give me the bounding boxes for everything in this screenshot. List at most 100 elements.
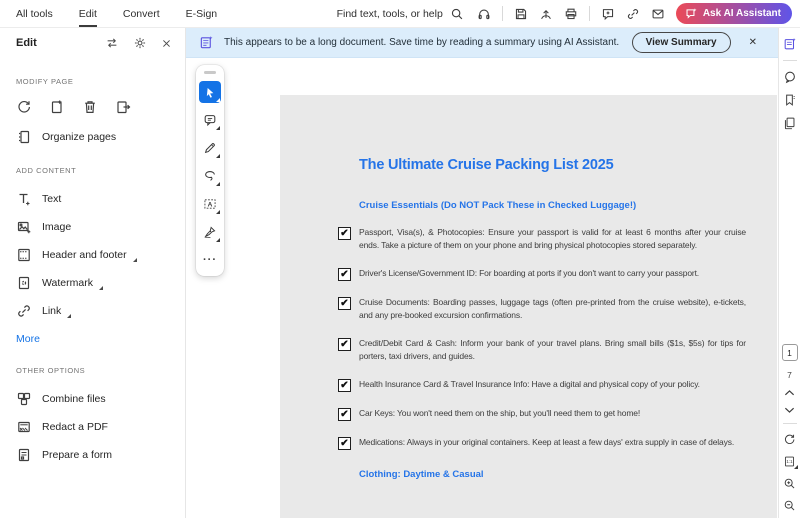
fill-sign-tool[interactable] [199,221,221,243]
palette-drag-handle[interactable] [204,71,216,74]
delete-page-icon[interactable] [82,99,98,115]
add-image-label: Image [42,221,72,233]
settings-gear-icon[interactable] [133,36,147,50]
watermark-item[interactable]: Watermark [16,273,175,293]
quick-tools-palette: A ··· [196,65,224,276]
link-item[interactable]: Link [16,301,175,321]
redact-pdf-item[interactable]: Redact a PDF [16,417,175,437]
checklist-item: ✔ Health Insurance Card & Travel Insuran… [338,378,746,392]
print-icon[interactable] [564,7,578,21]
prepare-form-label: Prepare a form [42,449,113,461]
prepare-form-icon [16,447,32,463]
email-icon[interactable] [651,7,665,21]
checkbox-checked[interactable]: ✔ [338,379,351,392]
checkbox-checked[interactable]: ✔ [338,338,351,351]
prepare-form-item[interactable]: Prepare a form [16,445,175,465]
extract-page-icon[interactable] [115,99,131,115]
combine-files-item[interactable]: Combine files [16,389,175,409]
checkbox-checked[interactable]: ✔ [338,408,351,421]
rotate-page-icon[interactable] [16,99,32,115]
current-page-input[interactable]: 1 [781,344,798,361]
add-text-item[interactable]: Text [16,189,175,209]
lasso-tool[interactable] [199,165,221,187]
tab-all-tools[interactable]: All tools [16,0,53,27]
organize-pages-label: Organize pages [42,131,117,143]
ask-ai-assistant-label: Ask AI Assistant [702,8,781,19]
checklist-item: ✔ Cruise Documents: Boarding passes, lug… [338,296,746,322]
zoom-in-icon[interactable] [783,477,796,490]
more-link[interactable]: More [16,333,40,345]
add-image-item[interactable]: Image [16,217,175,237]
checklist-text: Car Keys: You won't need them on the shi… [359,408,641,418]
main-nav-tabs: All tools Edit Convert E-Sign [16,0,217,27]
tool-flyout-caret [215,97,220,102]
save-icon[interactable] [514,7,528,21]
ai-chat-icon [685,7,698,20]
pencil-tool[interactable] [199,137,221,159]
more-tools-button[interactable]: ··· [199,249,221,271]
next-page-icon[interactable] [784,406,795,414]
submenu-caret-icon [98,286,103,290]
tool-flyout-caret [215,209,220,214]
tab-edit[interactable]: Edit [78,0,97,27]
bookmarks-panel-icon[interactable] [783,93,796,107]
share-icon[interactable] [539,7,553,21]
rotate-view-icon[interactable] [783,433,796,446]
comment-tool[interactable] [199,109,221,131]
view-summary-button[interactable]: View Summary [631,32,731,53]
tab-esign[interactable]: E-Sign [186,0,218,27]
add-comment-icon[interactable] [601,7,615,21]
divider [782,60,797,61]
organize-pages-item[interactable]: Organize pages [16,127,175,147]
insert-page-icon[interactable] [49,99,65,115]
checkbox-checked[interactable]: ✔ [338,268,351,281]
banner-close-icon[interactable]: ✕ [741,37,765,48]
doc-section-heading: Cruise Essentials (Do NOT Pack These in … [359,200,637,211]
checklist-item: ✔ Driver's License/Government ID: For bo… [338,267,746,281]
edit-panel: Edit MODIFY PAGE Organize pages ADD CONT… [0,28,186,518]
page-fit-icon[interactable]: 1:1 [783,455,798,469]
text-box-tool[interactable]: A [199,193,221,215]
submenu-caret-icon [132,258,137,262]
tab-convert[interactable]: Convert [123,0,160,27]
header-footer-item[interactable]: Header and footer [16,245,175,265]
page-thumbnails-icon[interactable] [783,116,796,130]
checkbox-checked[interactable]: ✔ [338,437,351,450]
top-menubar: All tools Edit Convert E-Sign Find text,… [0,0,800,28]
text-icon [16,191,32,207]
watermark-icon [16,275,32,291]
checkbox-checked[interactable]: ✔ [338,297,351,310]
checklist-item: ✔ Credit/Debit Card & Cash: Inform your … [338,337,746,363]
pdf-page[interactable]: The Ultimate Cruise Packing List 2025 Cr… [280,95,777,518]
find-label: Find text, tools, or help [336,7,443,20]
total-pages-label: 7 [787,370,792,380]
zoom-out-icon[interactable] [783,499,796,512]
read-aloud-icon[interactable] [477,7,491,21]
swap-panel-icon[interactable] [105,36,119,50]
doc-next-section-heading: Clothing: Daytime & Casual [359,469,484,480]
header-footer-label: Header and footer [42,249,127,261]
ai-summary-banner: This appears to be a long document. Save… [186,28,778,58]
modify-page-section-label: MODIFY PAGE [16,77,74,86]
checklist-text: Medications: Always in your original con… [359,437,735,447]
add-content-section-label: ADD CONTENT [16,166,77,175]
modify-page-actions [16,99,175,115]
tool-flyout-caret [215,237,220,242]
other-options-section-label: OTHER OPTIONS [16,366,86,375]
ai-assistant-icon[interactable] [783,37,797,51]
previous-page-icon[interactable] [784,389,795,397]
checklist-text: Passport, Visa(s), & Photocopies: Ensure… [359,227,746,250]
checkbox-checked[interactable]: ✔ [338,227,351,240]
select-tool[interactable] [199,81,221,103]
document-canvas: A ··· The Ultimate Cruise Packing List 2… [186,58,778,518]
edit-panel-header: Edit [0,28,185,58]
comments-panel-icon[interactable] [783,70,797,84]
combine-files-icon [16,391,32,407]
watermark-label: Watermark [42,277,93,289]
redact-icon [16,419,32,435]
find-bar[interactable]: Find text, tools, or help [337,7,464,21]
link-label: Link [42,305,62,317]
link-icon[interactable] [626,7,640,21]
close-panel-icon[interactable] [161,38,172,49]
ask-ai-assistant-button[interactable]: Ask AI Assistant [675,3,792,24]
